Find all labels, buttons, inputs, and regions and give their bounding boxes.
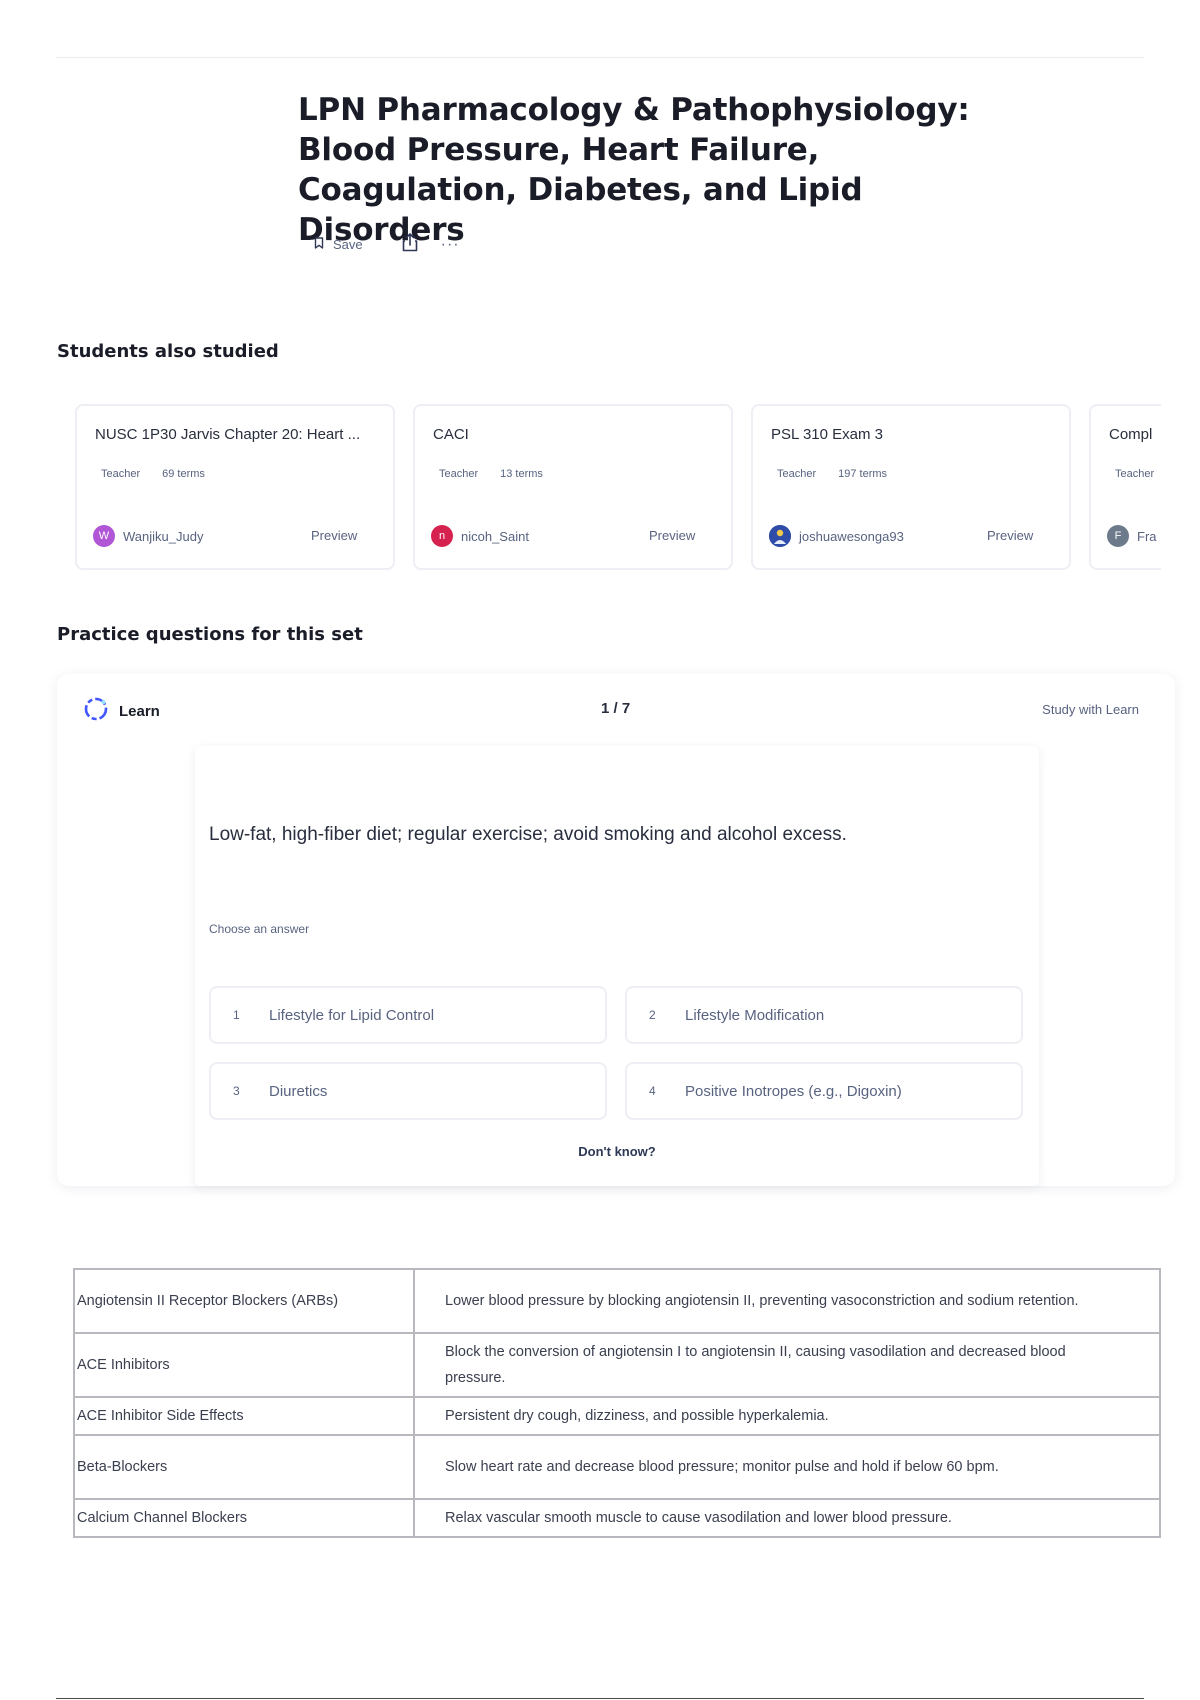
author-name: joshuawesonga93 — [799, 528, 904, 544]
table-row: Calcium Channel Blockers Relax vascular … — [73, 1498, 1161, 1538]
learn-mode-label: Learn — [83, 696, 160, 726]
table-row: ACE Inhibitors Block the conversion of a… — [73, 1332, 1161, 1398]
card-title: Compl — [1109, 426, 1153, 443]
related-set-card[interactable]: Compl Teacher F Fra — [1089, 404, 1161, 570]
more-icon[interactable]: ··· — [441, 236, 460, 253]
answer-option[interactable]: 1 Lifestyle for Lipid Control — [209, 986, 607, 1044]
term-cell: Beta-Blockers — [73, 1434, 415, 1500]
card-terms: 69 terms — [162, 468, 205, 480]
learn-icon — [83, 696, 109, 726]
question-progress: 1 / 7 — [601, 700, 631, 717]
avatar: n — [431, 525, 453, 547]
card-terms: 13 terms — [500, 468, 543, 480]
avatar-image-icon — [769, 525, 791, 547]
option-label: Lifestyle Modification — [685, 1006, 825, 1024]
card-meta: Teacher 197 terms — [777, 468, 887, 480]
option-number: 3 — [233, 1084, 240, 1098]
page-title: LPN Pharmacology & Pathophysiology: Bloo… — [298, 92, 970, 248]
card-terms: 197 terms — [838, 468, 888, 480]
answer-option[interactable]: 4 Positive Inotropes (e.g., Digoxin) — [625, 1062, 1023, 1120]
save-label: Save — [333, 237, 363, 252]
students-also-studied-heading: Students also studied — [57, 341, 279, 362]
card-title: NUSC 1P30 Jarvis Chapter 20: Heart ... — [95, 426, 361, 443]
related-set-card[interactable]: CACI Teacher 13 terms n nicoh_Saint Previ… — [413, 404, 733, 570]
definition-cell: Persistent dry cough, dizziness, and pos… — [413, 1396, 1161, 1436]
related-sets-carousel: NUSC 1P30 Jarvis Chapter 20: Heart ... T… — [75, 404, 1161, 572]
author-name: Wanjiku_Judy — [123, 528, 204, 544]
table-row: ACE Inhibitor Side Effects Persistent dr… — [73, 1396, 1161, 1436]
bookmark-icon — [314, 237, 324, 252]
bottom-divider — [56, 1698, 1144, 1699]
answer-option[interactable]: 2 Lifestyle Modification — [625, 986, 1023, 1044]
set-actions: Save ··· — [314, 232, 460, 257]
card-meta: Teacher 69 terms — [101, 468, 205, 480]
card-role: Teacher — [777, 468, 817, 480]
definition-cell: Block the conversion of angiotensin I to… — [413, 1332, 1161, 1398]
definition-cell: Relax vascular smooth muscle to cause va… — [413, 1498, 1161, 1538]
question-card: Low-fat, high-fiber diet; regular exerci… — [195, 746, 1039, 1186]
author-name: Fra — [1137, 528, 1157, 544]
practice-panel: Learn 1 / 7 Study with Learn Low-fat, hi… — [57, 674, 1175, 1186]
card-author: n nicoh_Saint — [431, 525, 529, 547]
option-label: Lifestyle for Lipid Control — [269, 1006, 435, 1024]
definition-cell: Lower blood pressure by blocking angiote… — [413, 1268, 1161, 1334]
answer-option[interactable]: 3 Diuretics — [209, 1062, 607, 1120]
dont-know-button[interactable]: Don't know? — [195, 1144, 1039, 1159]
share-icon — [401, 232, 419, 257]
table-row: Beta-Blockers Slow heart rate and decrea… — [73, 1434, 1161, 1500]
top-divider — [56, 57, 1144, 58]
author-name: nicoh_Saint — [461, 528, 529, 544]
related-set-card[interactable]: NUSC 1P30 Jarvis Chapter 20: Heart ... T… — [75, 404, 395, 570]
term-cell: ACE Inhibitors — [73, 1332, 415, 1398]
definition-cell: Slow heart rate and decrease blood press… — [413, 1434, 1161, 1500]
learn-label: Learn — [119, 702, 160, 720]
table-row: Angiotensin II Receptor Blockers (ARBs) … — [73, 1268, 1161, 1334]
card-author: F Fra — [1107, 525, 1157, 547]
card-title: PSL 310 Exam 3 — [771, 426, 884, 443]
avatar: F — [1107, 525, 1129, 547]
card-role: Teacher — [1115, 468, 1155, 480]
option-label: Diuretics — [269, 1082, 328, 1100]
related-set-card[interactable]: PSL 310 Exam 3 Teacher 197 terms joshuawe… — [751, 404, 1071, 570]
question-text: Low-fat, high-fiber diet; regular exerci… — [209, 824, 847, 845]
save-button[interactable]: Save — [314, 237, 363, 252]
term-cell: Angiotensin II Receptor Blockers (ARBs) — [73, 1268, 415, 1334]
term-cell: ACE Inhibitor Side Effects — [73, 1396, 415, 1436]
card-meta: Teacher 13 terms — [439, 468, 543, 480]
option-label: Positive Inotropes (e.g., Digoxin) — [685, 1082, 902, 1100]
option-number: 2 — [649, 1008, 656, 1022]
preview-button[interactable]: Preview — [987, 528, 1033, 543]
card-role: Teacher — [101, 468, 141, 480]
terms-table: Angiotensin II Receptor Blockers (ARBs) … — [73, 1268, 1161, 1538]
practice-questions-heading: Practice questions for this set — [57, 624, 363, 645]
card-meta: Teacher — [1115, 468, 1154, 480]
avatar: W — [93, 525, 115, 547]
option-number: 4 — [649, 1084, 656, 1098]
option-number: 1 — [233, 1008, 240, 1022]
share-button[interactable] — [401, 232, 419, 257]
card-title: CACI — [433, 426, 469, 443]
preview-button[interactable]: Preview — [311, 528, 357, 543]
card-author: W Wanjiku_Judy — [93, 525, 203, 547]
term-cell: Calcium Channel Blockers — [73, 1498, 415, 1538]
card-role: Teacher — [439, 468, 479, 480]
answer-prompt: Choose an answer — [209, 922, 310, 936]
study-with-learn-link[interactable]: Study with Learn — [1042, 702, 1139, 717]
avatar — [769, 525, 791, 547]
preview-button[interactable]: Preview — [649, 528, 695, 543]
card-author: joshuawesonga93 — [769, 525, 904, 547]
